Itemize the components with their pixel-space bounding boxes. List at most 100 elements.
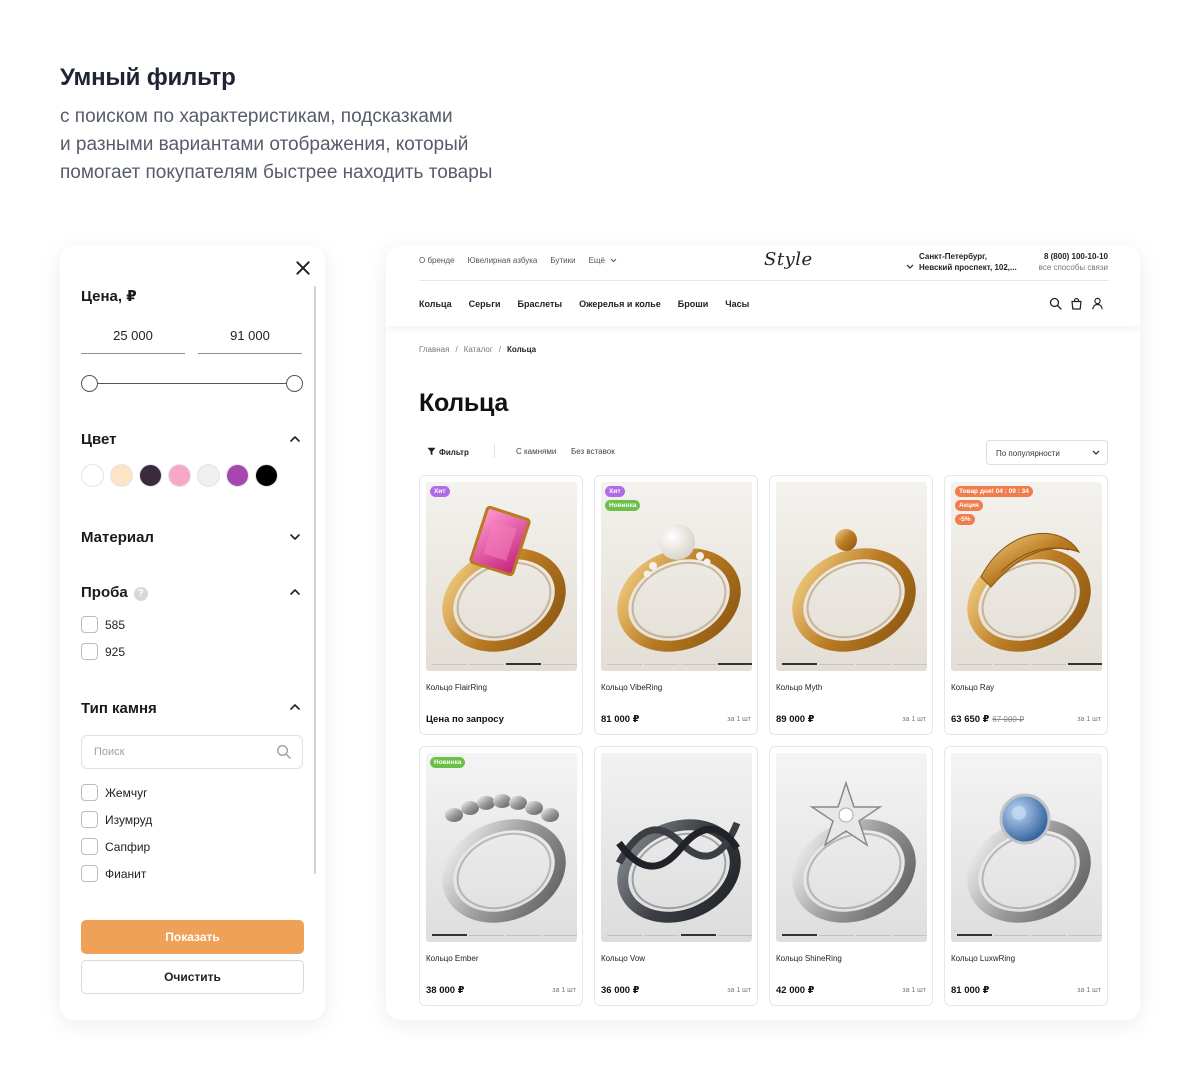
product-name[interactable]: Кольцо Myth <box>776 683 822 692</box>
category-earrings[interactable]: Серьги <box>469 299 501 309</box>
price-slider-track[interactable] <box>88 383 296 384</box>
checkbox[interactable] <box>81 643 98 660</box>
image-pagination[interactable] <box>957 934 1102 936</box>
product-name[interactable]: Кольцо Ember <box>426 954 479 963</box>
image-pagination[interactable] <box>782 663 927 665</box>
breadcrumb-home[interactable]: Главная <box>419 345 449 354</box>
checkbox[interactable] <box>81 784 98 801</box>
product-card[interactable]: Кольцо Vow 36 000 ₽ за 1 шт <box>594 746 758 1006</box>
search-icon[interactable] <box>1049 297 1062 315</box>
checkbox[interactable] <box>81 865 98 882</box>
product-image[interactable]: Новинка <box>426 753 577 942</box>
pagination-dot[interactable] <box>681 934 716 936</box>
search-icon[interactable] <box>276 744 292 763</box>
color-swatch[interactable] <box>255 464 278 487</box>
image-pagination[interactable] <box>957 663 1102 665</box>
product-image[interactable]: Хит Новинка <box>601 482 752 671</box>
nav-alphabet[interactable]: Ювелирная азбука <box>467 256 537 265</box>
breadcrumb-catalog[interactable]: Каталог <box>464 345 493 354</box>
pagination-dot[interactable] <box>994 934 1029 936</box>
color-swatch[interactable] <box>81 464 104 487</box>
category-rings[interactable]: Кольца <box>419 299 452 309</box>
product-card[interactable]: Хит Кольцо FlairRing Цена по запросу <box>419 475 583 735</box>
show-button[interactable]: Показать <box>81 920 304 954</box>
nav-boutiques[interactable]: Бутики <box>550 256 575 265</box>
pagination-dot[interactable] <box>506 934 541 936</box>
pagination-dot[interactable] <box>607 663 642 665</box>
stone-option[interactable]: Изумруд <box>81 811 152 828</box>
pagination-dot[interactable] <box>718 663 752 665</box>
user-icon[interactable] <box>1091 297 1104 315</box>
product-name[interactable]: Кольцо ShineRing <box>776 954 842 963</box>
product-image[interactable]: Товар дня! 04 : 09 : 34 Акция -5% <box>951 482 1102 671</box>
product-card[interactable]: Хит Новинка Кольцо VibeRing 81 000 ₽ за 1 шт <box>594 475 758 735</box>
stone-option[interactable]: Жемчуг <box>81 784 148 801</box>
pagination-dot[interactable] <box>469 934 504 936</box>
phone-block[interactable]: 8 (800) 100-10-10 все способы связи <box>1039 251 1108 273</box>
help-icon[interactable]: ? <box>133 587 148 601</box>
pagination-dot[interactable] <box>543 663 577 665</box>
checkbox[interactable] <box>81 811 98 828</box>
product-card[interactable]: Кольцо ShineRing 42 000 ₽ за 1 шт <box>769 746 933 1006</box>
stone-option[interactable]: Сапфир <box>81 838 150 855</box>
nav-about[interactable]: О бренде <box>419 256 454 265</box>
price-max-input[interactable]: 91 000 <box>198 324 302 354</box>
chevron-up-icon[interactable] <box>289 433 301 445</box>
quick-filter-with-stones[interactable]: С камнями <box>516 447 556 456</box>
pagination-dot[interactable] <box>718 934 752 936</box>
checkbox[interactable] <box>81 616 98 633</box>
pagination-dot[interactable] <box>681 663 716 665</box>
product-name[interactable]: Кольцо VibeRing <box>601 683 662 692</box>
quick-filter-no-stones[interactable]: Без вставок <box>571 447 615 456</box>
pagination-dot[interactable] <box>1068 663 1102 665</box>
scrollbar[interactable] <box>314 286 316 874</box>
chevron-down-icon[interactable] <box>289 531 301 543</box>
product-image[interactable] <box>776 753 927 942</box>
product-image[interactable] <box>951 753 1102 942</box>
pagination-dot[interactable] <box>994 663 1029 665</box>
product-image[interactable] <box>601 753 752 942</box>
price-min-input[interactable]: 25 000 <box>81 324 185 354</box>
category-watches[interactable]: Часы <box>725 299 749 309</box>
price-slider-min-thumb[interactable] <box>81 375 98 392</box>
pagination-dot[interactable] <box>1031 934 1066 936</box>
pagination-dot[interactable] <box>432 934 467 936</box>
image-pagination[interactable] <box>432 934 577 936</box>
sort-select[interactable]: По популярности <box>986 440 1108 465</box>
filter-button[interactable]: Фильтр <box>427 447 469 457</box>
product-name[interactable]: Кольцо Ray <box>951 683 994 692</box>
image-pagination[interactable] <box>782 934 927 936</box>
pagination-dot[interactable] <box>819 934 854 936</box>
pagination-dot[interactable] <box>1068 934 1102 936</box>
store-address[interactable]: Санкт-Петербург, Невский проспект, 102,.… <box>919 251 1017 273</box>
close-icon[interactable] <box>295 260 311 276</box>
product-card[interactable]: Товар дня! 04 : 09 : 34 Акция -5% Кольцо Ra… <box>944 475 1108 735</box>
pagination-dot[interactable] <box>819 663 854 665</box>
stone-search-input[interactable]: Поиск <box>81 735 303 769</box>
product-image[interactable] <box>776 482 927 671</box>
product-card[interactable]: Кольцо LuxwRing 81 000 ₽ за 1 шт <box>944 746 1108 1006</box>
product-card[interactable]: Кольцо Myth 89 000 ₽ за 1 шт <box>769 475 933 735</box>
pagination-dot[interactable] <box>644 663 679 665</box>
color-swatch[interactable] <box>110 464 133 487</box>
pagination-dot[interactable] <box>469 663 504 665</box>
phone-contacts-link[interactable]: все способы связи <box>1039 262 1108 273</box>
stone-option[interactable]: Фианит <box>81 865 146 882</box>
product-name[interactable]: Кольцо FlairRing <box>426 683 487 692</box>
clear-button[interactable]: Очистить <box>81 960 304 994</box>
pagination-dot[interactable] <box>506 663 541 665</box>
nav-more[interactable]: Ещё <box>589 256 618 265</box>
assay-option[interactable]: 585 <box>81 616 125 633</box>
assay-option[interactable]: 925 <box>81 643 125 660</box>
color-swatch[interactable] <box>197 464 220 487</box>
product-name[interactable]: Кольцо Vow <box>601 954 645 963</box>
pagination-dot[interactable] <box>607 934 642 936</box>
pagination-dot[interactable] <box>644 934 679 936</box>
image-pagination[interactable] <box>432 663 577 665</box>
checkbox[interactable] <box>81 838 98 855</box>
pagination-dot[interactable] <box>893 934 927 936</box>
product-name[interactable]: Кольцо LuxwRing <box>951 954 1015 963</box>
product-image[interactable]: Хит <box>426 482 577 671</box>
chevron-up-icon[interactable] <box>289 701 301 713</box>
price-slider-max-thumb[interactable] <box>286 375 303 392</box>
